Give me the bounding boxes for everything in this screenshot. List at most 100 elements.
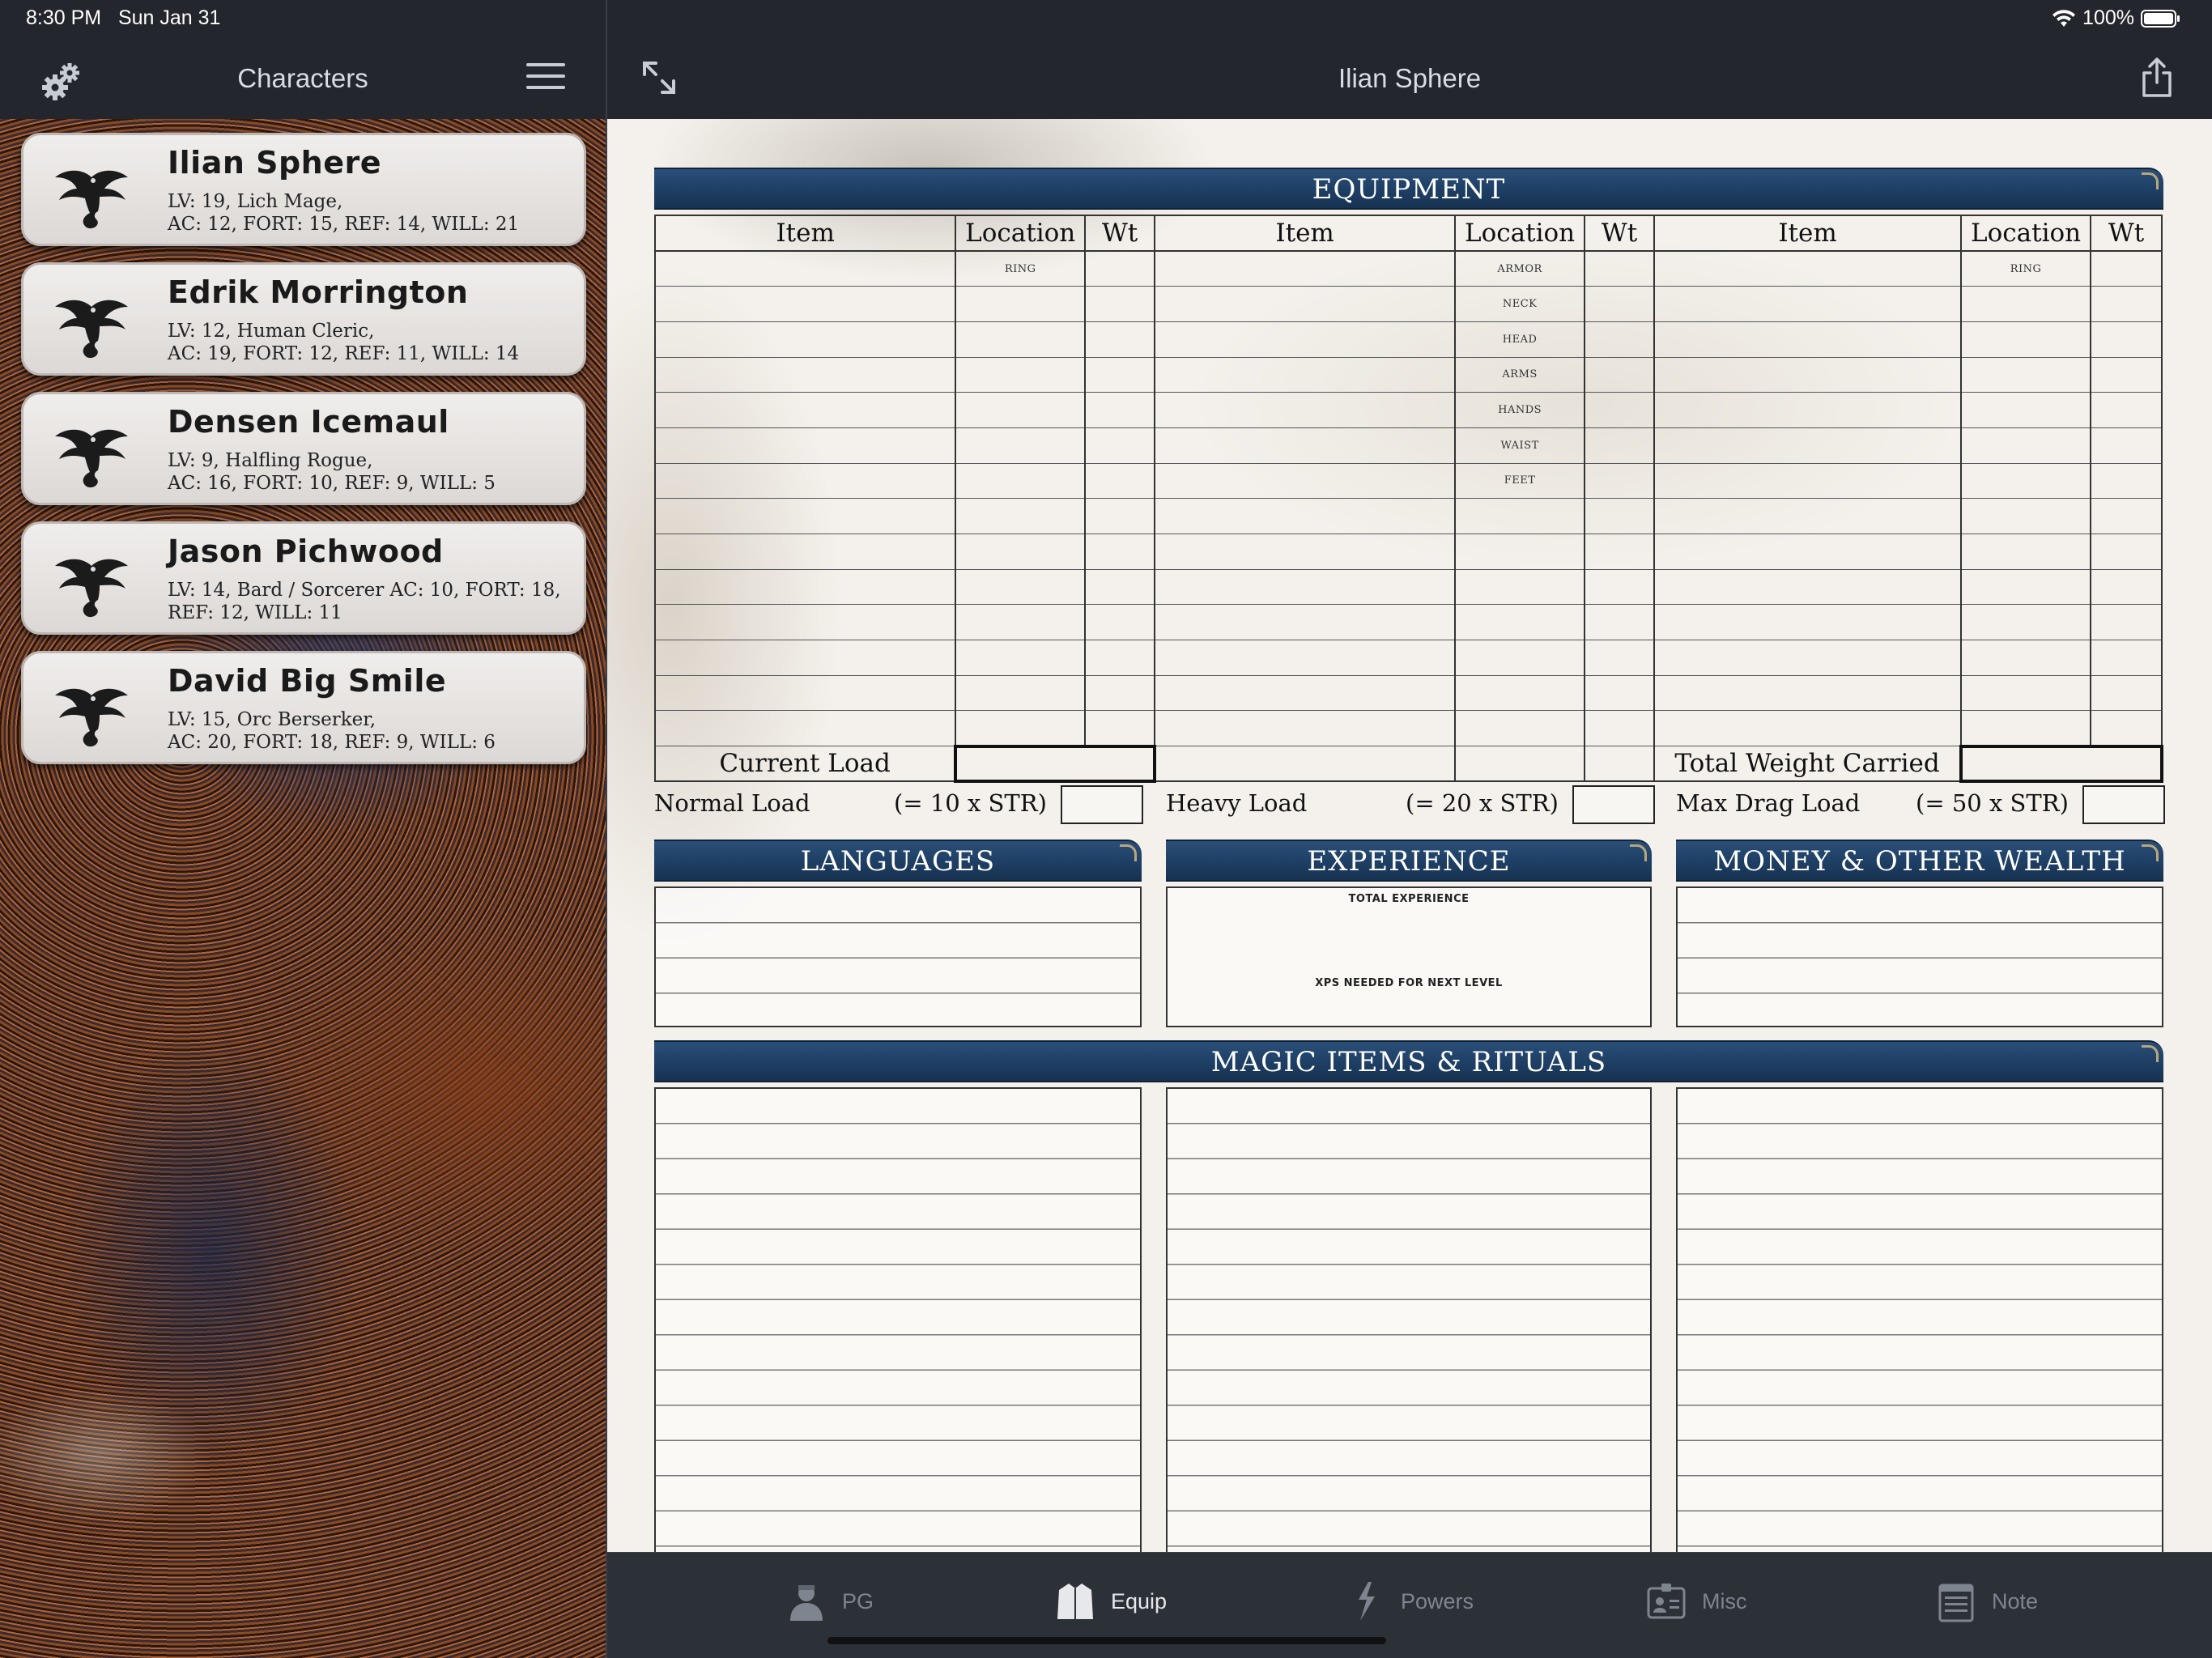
wt-cell[interactable]: [1084, 321, 1156, 358]
location-cell[interactable]: RING: [1960, 251, 2092, 287]
wt-cell[interactable]: [1584, 640, 1655, 676]
item-cell[interactable]: [653, 251, 957, 287]
wt-cell[interactable]: [2090, 604, 2163, 641]
wt-cell[interactable]: [2090, 498, 2163, 534]
current-load-field[interactable]: [954, 744, 1157, 784]
wt-cell[interactable]: [1584, 534, 1655, 570]
location-cell[interactable]: [1960, 534, 2092, 570]
wt-cell[interactable]: [1584, 251, 1655, 287]
wt-cell[interactable]: [1084, 286, 1156, 322]
location-cell[interactable]: [1960, 463, 2092, 500]
wt-cell[interactable]: [1584, 498, 1655, 534]
location-cell[interactable]: [955, 640, 1087, 676]
location-cell[interactable]: [1960, 710, 2092, 747]
magic-items-column-1[interactable]: [654, 1087, 1142, 1552]
wt-cell[interactable]: [1084, 427, 1156, 464]
location-cell[interactable]: [1454, 675, 1586, 712]
location-cell[interactable]: [955, 427, 1087, 464]
wt-cell[interactable]: [1084, 534, 1156, 570]
item-cell[interactable]: [1154, 463, 1457, 500]
location-cell[interactable]: [1960, 286, 2092, 322]
location-cell[interactable]: ARMOR: [1454, 251, 1586, 287]
item-cell[interactable]: [1653, 640, 1963, 676]
max-drag-load-field[interactable]: [2082, 785, 2165, 824]
item-cell[interactable]: [653, 321, 957, 358]
item-cell[interactable]: [1154, 427, 1457, 464]
item-cell[interactable]: [1653, 675, 1963, 712]
item-cell[interactable]: [1154, 604, 1457, 641]
wt-cell[interactable]: [2090, 675, 2163, 712]
item-cell[interactable]: [653, 569, 957, 606]
wt-cell[interactable]: [1084, 569, 1156, 606]
wt-cell[interactable]: [2090, 427, 2163, 464]
item-cell[interactable]: [1154, 710, 1457, 747]
location-cell[interactable]: [1960, 604, 2092, 641]
wt-cell[interactable]: [1584, 463, 1655, 500]
share-icon[interactable]: [2139, 57, 2175, 99]
location-cell[interactable]: [1454, 534, 1586, 570]
character-card[interactable]: Ilian Sphere LV: 19, Lich Mage, AC: 12, …: [21, 133, 586, 246]
wt-cell[interactable]: [1084, 357, 1156, 393]
character-card[interactable]: David Big Smile LV: 15, Orc Berserker, A…: [21, 651, 586, 764]
character-card[interactable]: Edrik Morrington LV: 12, Human Cleric, A…: [21, 262, 586, 376]
character-card[interactable]: Jason Pichwood LV: 14, Bard / Sorcerer A…: [21, 521, 586, 635]
location-cell[interactable]: WAIST: [1454, 427, 1586, 464]
item-cell[interactable]: [653, 604, 957, 641]
item-cell[interactable]: [1653, 604, 1963, 641]
item-cell[interactable]: [1154, 498, 1457, 534]
wt-cell[interactable]: [1584, 675, 1655, 712]
wt-cell[interactable]: [1584, 710, 1655, 747]
location-cell[interactable]: [1960, 427, 2092, 464]
location-cell[interactable]: [955, 392, 1087, 428]
item-cell[interactable]: [1653, 710, 1963, 747]
wt-cell[interactable]: [2090, 357, 2163, 393]
item-cell[interactable]: [1154, 251, 1457, 287]
tab-misc[interactable]: Misc: [1645, 1577, 1747, 1626]
item-cell[interactable]: [653, 357, 957, 393]
location-cell[interactable]: [955, 569, 1087, 606]
item-cell[interactable]: [1154, 640, 1457, 676]
item-cell[interactable]: [1653, 286, 1963, 322]
languages-box[interactable]: [654, 886, 1142, 1027]
money-box[interactable]: [1676, 886, 2163, 1027]
location-cell[interactable]: FEET: [1454, 463, 1586, 500]
location-cell[interactable]: HANDS: [1454, 392, 1586, 428]
wt-cell[interactable]: [2090, 392, 2163, 428]
item-cell[interactable]: [1154, 534, 1457, 570]
item-cell[interactable]: [653, 498, 957, 534]
item-cell[interactable]: [653, 710, 957, 747]
magic-items-column-3[interactable]: [1676, 1087, 2163, 1552]
wt-cell[interactable]: [1084, 640, 1156, 676]
wt-cell[interactable]: [1584, 604, 1655, 641]
wt-cell[interactable]: [2090, 569, 2163, 606]
tab-equip[interactable]: Equip: [1054, 1577, 1167, 1626]
item-cell[interactable]: [653, 534, 957, 570]
tab-powers[interactable]: Powers: [1344, 1577, 1474, 1626]
wt-cell[interactable]: [2090, 640, 2163, 676]
item-cell[interactable]: [653, 675, 957, 712]
item-cell[interactable]: [1154, 357, 1457, 393]
item-cell[interactable]: [1154, 321, 1457, 358]
wt-cell[interactable]: [1584, 392, 1655, 428]
item-cell[interactable]: [1653, 534, 1963, 570]
location-cell[interactable]: [955, 604, 1087, 641]
wt-cell[interactable]: [1584, 286, 1655, 322]
location-cell[interactable]: [955, 534, 1087, 570]
item-cell[interactable]: [1653, 427, 1963, 464]
location-cell[interactable]: [1454, 498, 1586, 534]
heavy-load-field[interactable]: [1572, 785, 1655, 824]
wt-cell[interactable]: [1084, 251, 1156, 287]
location-cell[interactable]: [1960, 321, 2092, 358]
location-cell[interactable]: HEAD: [1454, 321, 1586, 358]
wt-cell[interactable]: [1584, 569, 1655, 606]
location-cell[interactable]: [1454, 569, 1586, 606]
wt-cell[interactable]: [2090, 710, 2163, 747]
wt-cell[interactable]: [2090, 286, 2163, 322]
normal-load-field[interactable]: [1061, 785, 1143, 824]
location-cell[interactable]: [1960, 392, 2092, 428]
magic-items-column-2[interactable]: [1166, 1087, 1652, 1552]
location-cell[interactable]: [955, 463, 1087, 500]
location-cell[interactable]: [955, 675, 1087, 712]
item-cell[interactable]: [1154, 392, 1457, 428]
location-cell[interactable]: [1960, 640, 2092, 676]
